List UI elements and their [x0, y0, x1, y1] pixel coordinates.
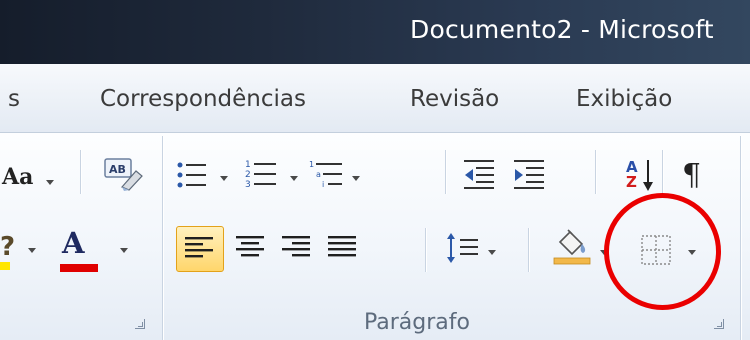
title-bar: Documento2 - Microsoft: [0, 0, 750, 64]
chevron-down-icon: [488, 250, 496, 255]
decrease-indent-icon: [464, 160, 494, 189]
multilevel-list-icon: 1 a i: [309, 160, 342, 189]
sort-icon: A Z: [626, 160, 638, 190]
chevron-down-icon: [120, 248, 128, 253]
justify-icon: [328, 236, 356, 257]
chevron-down-icon: [352, 176, 360, 181]
tab-exibicao[interactable]: Exibição: [576, 86, 672, 112]
tab-revisao[interactable]: Revisão: [410, 86, 499, 112]
svg-text:1: 1: [309, 160, 314, 169]
group-separator: [740, 136, 741, 340]
button-separator: [80, 150, 81, 194]
increase-indent-icon: [514, 160, 544, 189]
align-left-button[interactable]: [176, 226, 224, 272]
svg-text:a: a: [316, 170, 321, 179]
align-left-icon: [185, 237, 213, 258]
window-title: Documento2 - Microsoft: [410, 15, 714, 44]
annotation-circle: [604, 193, 721, 310]
tab-correspondencias[interactable]: Correspondências: [100, 86, 306, 112]
group-separator: [162, 136, 163, 340]
highlighter-icon: ?: [0, 232, 16, 262]
center-icon: [236, 236, 264, 257]
font-dialog-launcher[interactable]: [135, 319, 145, 329]
font-color-bar: [60, 264, 98, 272]
button-separator: [662, 150, 663, 194]
arrow-down-icon: [643, 160, 653, 191]
chevron-down-icon: [220, 176, 228, 181]
svg-text:i: i: [322, 180, 324, 189]
button-separator: [445, 150, 446, 194]
button-separator: [425, 228, 426, 272]
svg-text:1: 1: [245, 160, 251, 170]
numbering-icon: 1 2 3: [245, 160, 276, 190]
chevron-down-icon: [290, 176, 298, 181]
shading-icon: [553, 229, 591, 265]
chevron-down-icon: [46, 180, 54, 185]
svg-text:3: 3: [245, 180, 251, 190]
svg-text:AB: AB: [109, 163, 126, 176]
bullets-icon: [177, 162, 206, 188]
show-marks-button[interactable]: ¶: [682, 158, 701, 193]
font-color-label: A: [62, 226, 85, 260]
line-spacing-icon: [447, 233, 478, 263]
highlight-color-bar: [0, 262, 10, 270]
button-separator: [528, 228, 529, 272]
chevron-down-icon: [28, 248, 36, 253]
paragraph-group-label: Parágrafo: [364, 310, 470, 335]
svg-text:2: 2: [245, 170, 251, 180]
text-effects-button[interactable]: AB: [102, 157, 144, 191]
text-effects-icon: AB: [104, 158, 143, 191]
align-right-icon: [282, 236, 310, 257]
paragraph-dialog-launcher[interactable]: [714, 319, 724, 329]
change-case-label: Aa: [2, 164, 34, 190]
button-separator: [595, 150, 596, 194]
tab-partial[interactable]: s: [8, 86, 20, 112]
sort-label-z: Z: [626, 173, 637, 191]
